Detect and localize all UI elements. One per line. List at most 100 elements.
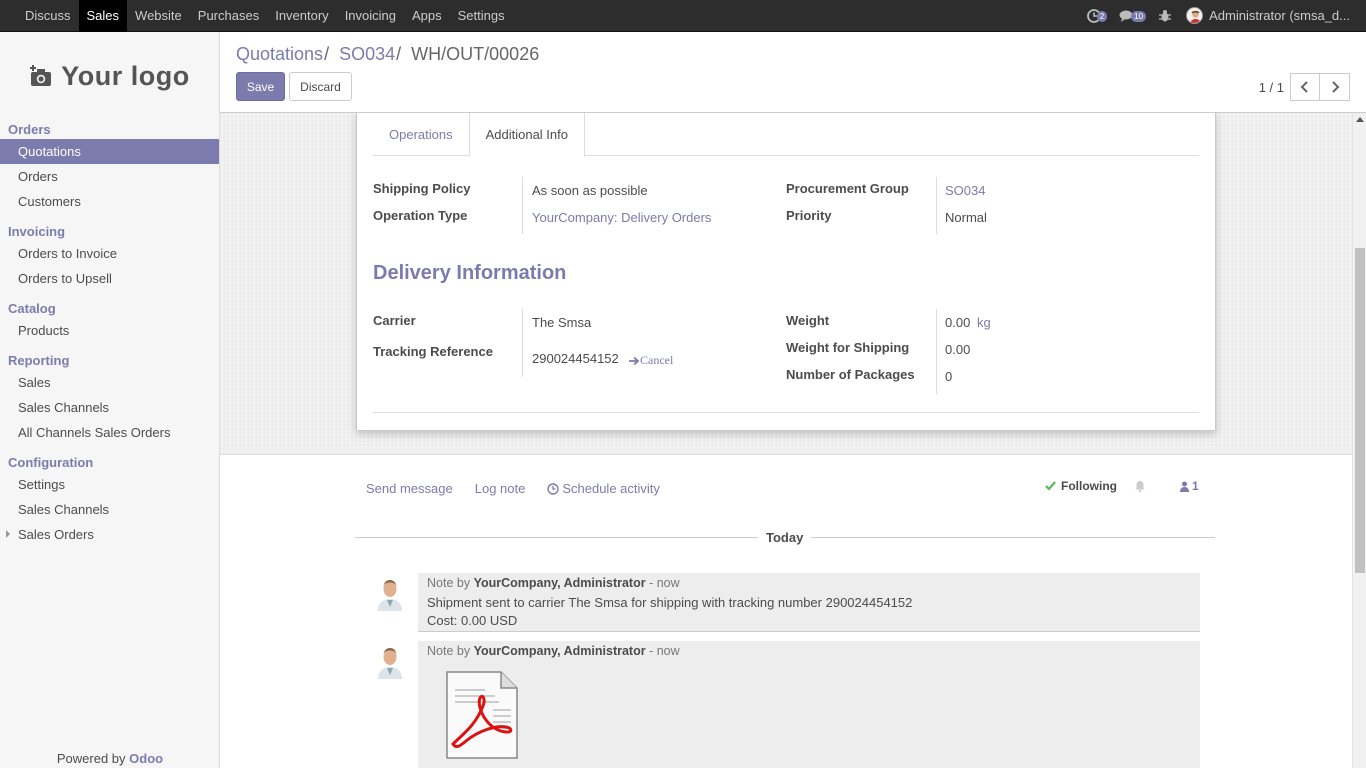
user-avatar <box>1186 7 1204 24</box>
sidebar-item-sales-orders[interactable]: Sales Orders <box>0 522 219 547</box>
menu-sales[interactable]: Sales <box>78 0 128 32</box>
app-menu: Discuss Sales Website Purchases Inventor… <box>0 0 513 32</box>
scroll-up-arrow[interactable] <box>1356 117 1364 122</box>
operation-type-label: Operation Type <box>373 208 468 223</box>
menu-purchases[interactable]: Purchases <box>190 0 267 32</box>
section-configuration: Configuration <box>8 455 94 470</box>
message-date: - now <box>649 576 680 590</box>
weight-field[interactable]: 0.00 kg <box>945 315 991 330</box>
send-message-button[interactable]: Send message <box>366 481 453 496</box>
log-note-button[interactable]: Log note <box>475 481 526 496</box>
carrier-label: Carrier <box>373 313 416 328</box>
messages-badge: 10 <box>1131 11 1147 22</box>
carrier-field[interactable]: The Smsa <box>532 315 591 330</box>
tracking-cancel-link[interactable]: Cancel <box>629 353 673 368</box>
tab-operations[interactable]: Operations <box>373 113 469 156</box>
user-icon <box>1180 481 1189 492</box>
breadcrumb-quotations[interactable]: Quotations <box>236 44 323 64</box>
systray: 2 10 Administrator (smsa_d... <box>1075 0 1366 32</box>
breadcrumb-current: WH/OUT/00026 <box>411 44 540 64</box>
top-navbar: Discuss Sales Website Purchases Inventor… <box>0 0 1366 32</box>
messaging-menu[interactable]: 10 <box>1119 9 1147 23</box>
vertical-scrollbar[interactable] <box>1352 113 1366 768</box>
menu-website[interactable]: Website <box>127 0 190 32</box>
section-catalog: Catalog <box>8 301 56 316</box>
menu-invoicing[interactable]: Invoicing <box>337 0 404 32</box>
section-invoicing: Invoicing <box>8 224 66 239</box>
menu-discuss[interactable]: Discuss <box>17 0 79 32</box>
menu-apps[interactable]: Apps <box>404 0 450 32</box>
message-line: Shipment sent to carrier The Smsa for sh… <box>427 595 913 610</box>
sidebar-item-customers[interactable]: Customers <box>0 189 219 214</box>
pager-next-button[interactable] <box>1320 73 1350 101</box>
company-logo[interactable]: Your logo <box>20 40 199 112</box>
shipping-policy-field[interactable]: As soon as possible <box>532 183 648 198</box>
user-menu[interactable]: Administrator (smsa_d... <box>1186 7 1350 24</box>
logo-text: Your logo <box>61 60 190 91</box>
followers-count: 1 <box>1192 479 1199 493</box>
section-reporting: Reporting <box>8 353 70 368</box>
weight-for-shipping-field[interactable]: 0.00 <box>945 342 970 357</box>
message-prefix: Note by <box>427 644 471 658</box>
sidebar-item-quotations[interactable]: Quotations <box>0 139 219 164</box>
pager-value[interactable]: 1 / 1 <box>1259 80 1284 95</box>
sidebar-item-config-sales-channels[interactable]: Sales Channels <box>0 497 219 522</box>
priority-field[interactable]: Normal <box>945 210 987 225</box>
pager-previous-button[interactable] <box>1290 73 1320 101</box>
bell-icon[interactable] <box>1134 480 1146 492</box>
form-view: Operations Additional Info Shipping Poli… <box>220 113 1352 768</box>
weight-for-shipping-label: Weight for Shipping <box>786 340 910 355</box>
schedule-activity-button[interactable]: Schedule activity <box>547 481 660 496</box>
control-panel: Quotations/ SO034/ WH/OUT/00026 Save Dis… <box>220 32 1366 113</box>
clock-icon <box>547 482 560 495</box>
author-avatar[interactable] <box>372 643 408 679</box>
sidebar-item-orders-to-invoice[interactable]: Orders to Invoice <box>0 241 219 266</box>
tracking-reference-field[interactable]: 290024454152 <box>532 351 619 366</box>
scrollbar-thumb[interactable] <box>1355 248 1365 573</box>
activity-menu[interactable]: 2 <box>1086 8 1108 23</box>
chatter-actions: Send message Log note Schedule activity <box>366 481 660 496</box>
sidebar-item-products[interactable]: Products <box>0 318 219 343</box>
user-name: Administrator (smsa_d... <box>1209 8 1350 23</box>
form-sheet: Operations Additional Info Shipping Poli… <box>356 113 1216 431</box>
field-divider <box>936 177 937 234</box>
sidebar-item-sales[interactable]: Sales <box>0 370 219 395</box>
delivery-information-title: Delivery Information <box>373 262 567 284</box>
check-icon <box>1045 481 1056 491</box>
sidebar-item-settings[interactable]: Settings <box>0 472 219 497</box>
tracking-cancel-label: Cancel <box>640 353 674 367</box>
notebook-tabs: Operations Additional Info <box>373 113 1199 157</box>
follow-button[interactable]: Following <box>1045 479 1146 493</box>
discard-button[interactable]: Discard <box>289 72 352 101</box>
camera-icon <box>30 65 52 86</box>
author-avatar[interactable] <box>372 575 408 611</box>
pdf-attachment[interactable] <box>443 670 521 762</box>
sidebar-item-orders-to-upsell[interactable]: Orders to Upsell <box>0 266 219 291</box>
number-of-packages-field[interactable]: 0 <box>945 369 952 384</box>
following-label: Following <box>1061 479 1117 493</box>
followers-button[interactable]: 1 <box>1180 479 1199 493</box>
menu-settings[interactable]: Settings <box>450 0 513 32</box>
sheet-separator <box>373 412 1199 413</box>
activity-badge: 2 <box>1096 11 1108 22</box>
sidebar-item-all-channels-sales-orders[interactable]: All Channels Sales Orders <box>0 420 219 445</box>
tracking-reference-label: Tracking Reference <box>373 344 493 359</box>
field-divider <box>522 309 523 377</box>
message-author[interactable]: YourCompany, Administrator <box>474 576 646 590</box>
message-author[interactable]: YourCompany, Administrator <box>474 644 646 658</box>
pdf-file-icon <box>446 671 518 759</box>
sidebar-item-orders[interactable]: Orders <box>0 164 219 189</box>
operation-type-field[interactable]: YourCompany: Delivery Orders <box>532 210 711 225</box>
save-button[interactable]: Save <box>236 72 285 101</box>
procurement-group-field[interactable]: SO034 <box>945 183 985 198</box>
breadcrumb-so034[interactable]: SO034 <box>339 44 395 64</box>
debug-menu[interactable] <box>1158 9 1172 23</box>
arrow-right-icon <box>629 356 640 365</box>
odoo-link[interactable]: Odoo <box>129 751 163 766</box>
sidebar-item-sales-channels[interactable]: Sales Channels <box>0 395 219 420</box>
tab-additional-info[interactable]: Additional Info <box>468 113 585 157</box>
message-body: Shipment sent to carrier The Smsa for sh… <box>427 594 1191 630</box>
chatter-message: Note by YourCompany, Administrator - now… <box>418 573 1200 632</box>
chevron-right-icon <box>1331 81 1339 93</box>
menu-inventory[interactable]: Inventory <box>267 0 336 32</box>
